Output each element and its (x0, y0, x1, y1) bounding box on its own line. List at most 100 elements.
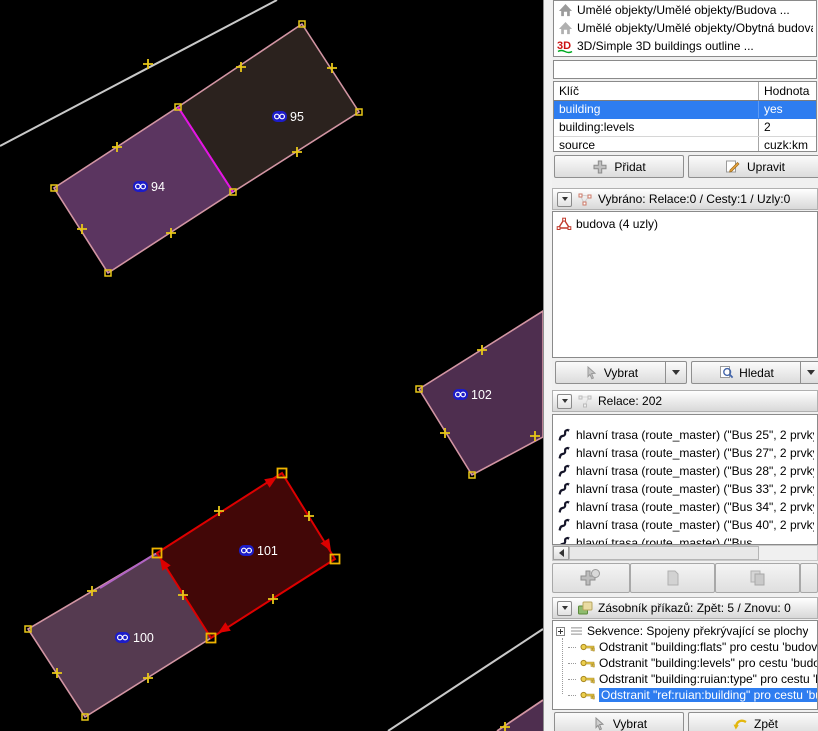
duplicate-relation-button[interactable] (715, 563, 800, 593)
select-button-label: Vybrat (604, 366, 638, 380)
building-label: 94 (151, 180, 165, 194)
command-label: Odstranit "building:flats" pro cestu 'bu… (599, 640, 817, 654)
sequence-icon (569, 623, 583, 639)
relation-item[interactable]: hlavní trasa (route_master) ("Bus 28", 2… (553, 462, 817, 480)
scrollbar-thumb[interactable] (569, 546, 759, 560)
relation-item[interactable]: hlavní trasa (route_master) ("Bus 34", 2… (553, 498, 817, 516)
selection-list-item[interactable]: budova (4 uzly) (553, 212, 817, 233)
add-tag-label: Přidat (614, 160, 645, 174)
plus-icon (592, 159, 608, 175)
relation-item[interactable]: hlavní trasa (route_master) ("Bus 33", 2… (553, 480, 817, 498)
selection-panel-icon (577, 191, 593, 207)
collapse-button[interactable] (557, 394, 572, 409)
edit-relation-icon (665, 569, 681, 587)
undo-button-label: Zpět (754, 717, 778, 731)
value-column-header[interactable]: Hodnota (758, 82, 816, 100)
tree-stub (568, 647, 576, 648)
tag-table-header: Klíč Hodnota (554, 82, 816, 101)
route-master-icon (556, 445, 572, 461)
select-button[interactable]: Vybrat (555, 361, 687, 384)
commandstack-panel-title: Zásobník příkazů: Zpět: 5 / Znovu: 0 (598, 601, 791, 615)
select-command-label: Vybrat (613, 717, 647, 731)
delete-relation-button[interactable] (800, 563, 818, 593)
selection-panel-title: Vybráno: Relace:0 / Cesty:1 / Uzly:0 (598, 192, 790, 206)
tag-row[interactable]: source cuzk:km (554, 137, 816, 152)
tag-key: building:levels (554, 119, 758, 136)
key-icon (580, 687, 595, 703)
relation-item[interactable]: hlavní trasa (route_master) ("Bus (553, 534, 817, 545)
route-master-icon (556, 517, 572, 533)
relation-item[interactable]: hlavní trasa (route_master) ("Bus 25", 2… (553, 426, 817, 444)
building-label: 95 (290, 110, 304, 124)
tree-stub (568, 663, 576, 664)
search-dropdown-arrow[interactable] (801, 361, 818, 384)
housenumber-icon (272, 111, 287, 122)
relations-panel-title: Relace: 202 (598, 394, 662, 408)
command-item[interactable]: Odstranit "building:flats" pro cestu 'bu… (553, 639, 817, 655)
key-column-header[interactable]: Klíč (554, 82, 758, 100)
preset-label: 3D/Simple 3D buildings outline ... (577, 39, 754, 53)
relations-hscrollbar[interactable] (552, 545, 818, 561)
search-button-label: Hledat (739, 366, 774, 380)
edit-relation-button[interactable] (630, 563, 715, 593)
housenumber-icon (133, 181, 148, 192)
tag-row-selected[interactable]: building yes (554, 101, 816, 119)
preset-item[interactable]: 3D 3D/Simple 3D buildings outline ... (554, 37, 816, 55)
house-icon (557, 2, 573, 18)
building-label: 102 (471, 388, 492, 402)
chevron-down-icon (562, 197, 568, 201)
new-relation-button[interactable] (552, 563, 630, 593)
membership-box (553, 60, 817, 79)
collapse-button[interactable] (557, 192, 572, 207)
add-tag-button[interactable]: Přidat (554, 155, 684, 178)
commandstack-panel-header: Zásobník příkazů: Zpět: 5 / Znovu: 0 (552, 597, 818, 619)
chevron-down-icon (562, 399, 568, 403)
command-label: Odstranit "building:levels" pro cestu 'b… (599, 656, 817, 670)
edit-tag-label: Upravit (747, 160, 785, 174)
3d-icon: 3D (557, 38, 573, 54)
search-icon (718, 365, 734, 381)
command-sequence-node[interactable]: Sekvence: Spojeny překrývající se plochy (553, 623, 817, 639)
tag-key: building (554, 101, 758, 118)
edit-tag-button[interactable]: Upravit (688, 155, 818, 178)
search-button[interactable]: Hledat (691, 361, 818, 384)
preset-item[interactable]: Umělé objekty/Umělé objekty/Budova ... (554, 1, 816, 19)
tag-row[interactable]: building:levels 2 (554, 119, 816, 137)
expand-plus-icon[interactable] (556, 627, 565, 636)
housenumber-icon (115, 632, 130, 643)
preset-item[interactable]: Umělé objekty/Umělé objekty/Obytná budov… (554, 19, 816, 37)
relation-item-label: hlavní trasa (route_master) ("Bus 25", 2… (576, 428, 814, 442)
duplicate-relation-icon (748, 569, 768, 587)
map-canvas[interactable]: 94 95 102 101 (0, 0, 543, 731)
tree-stub (568, 679, 576, 680)
edit-icon (725, 159, 741, 175)
command-label: Odstranit "building:ruian:type" pro cest… (599, 672, 817, 686)
arrow-left-icon (559, 549, 564, 557)
relation-item[interactable]: hlavní trasa (route_master) ("Bus 27", 2… (553, 444, 817, 462)
undo-button[interactable]: Zpět (688, 712, 818, 731)
housenumber-icon (453, 389, 468, 400)
relation-item[interactable]: hlavní trasa (route_master) ("Bus 40", 2… (553, 516, 817, 534)
select-command-button[interactable]: Vybrat (554, 712, 684, 731)
select-dropdown-arrow[interactable] (666, 361, 687, 384)
preset-label: Umělé objekty/Umělé objekty/Budova ... (577, 3, 790, 17)
collapse-button[interactable] (557, 601, 572, 616)
scroll-left-button[interactable] (553, 546, 569, 560)
tag-value: yes (758, 101, 816, 118)
command-item[interactable]: Odstranit "building:levels" pro cestu 'b… (553, 655, 817, 671)
command-label: Sekvence: Spojeny překrývající se plochy (587, 624, 808, 638)
command-item[interactable]: Odstranit "building:ruian:type" pro cest… (553, 671, 817, 687)
chevron-down-icon (562, 606, 568, 610)
building-label: 100 (133, 631, 154, 645)
relation-item-label: hlavní trasa (route_master) ("Bus 40", 2… (576, 518, 814, 532)
relations-list: hlavní trasa (route_master) ("Bus 25", 2… (552, 414, 818, 545)
cursor-icon (583, 365, 599, 381)
tag-key: source (554, 137, 758, 152)
panel-splitter[interactable] (543, 0, 552, 731)
key-icon (580, 655, 595, 671)
route-master-icon (556, 427, 572, 443)
command-item-selected[interactable]: Odstranit "ref:ruian:building" pro cestu… (553, 687, 817, 703)
relation-item-label: hlavní trasa (route_master) ("Bus (576, 536, 752, 545)
selection-list: budova (4 uzly) (552, 211, 818, 358)
preset-label: Umělé objekty/Umělé objekty/Obytná budov… (577, 21, 813, 35)
